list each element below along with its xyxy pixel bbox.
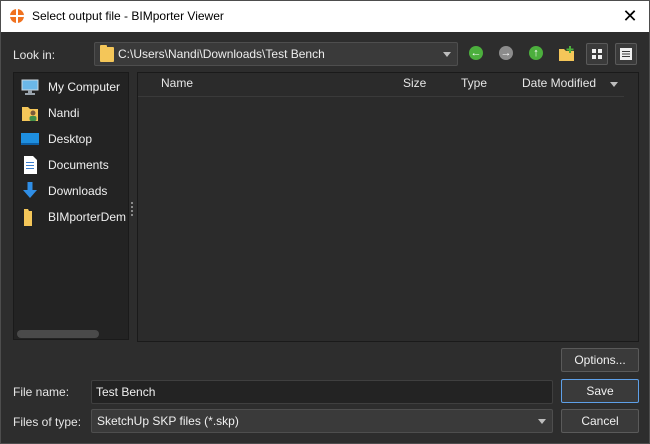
column-header-name[interactable]: Name [161, 76, 193, 90]
sidebar-item-label: Downloads [48, 184, 108, 198]
sidebar-item-downloads[interactable]: Downloads [18, 180, 130, 202]
forward-arrow-icon: → [499, 46, 513, 60]
file-type-combo[interactable]: SketchUp SKP files (*.skp) [91, 409, 553, 433]
grid-view-icon [592, 49, 602, 59]
column-header-type[interactable]: Type [461, 76, 487, 90]
chevron-down-icon [538, 419, 546, 424]
sidebar-item-my-computer[interactable]: My Computer [18, 76, 130, 98]
close-icon: ✕ [622, 6, 638, 26]
sidebar-item-label: Desktop [48, 132, 93, 146]
places-sidebar: My Computer Nandi Desktop Documents Down… [13, 72, 129, 340]
bimporter-app-icon [10, 9, 24, 23]
cancel-button[interactable]: Cancel [561, 409, 639, 433]
file-type-value: SketchUp SKP files (*.skp) [97, 414, 239, 428]
detail-view-button[interactable] [615, 43, 637, 65]
column-header-size[interactable]: Size [403, 76, 426, 90]
detail-view-icon [620, 48, 632, 60]
new-folder-button[interactable] [557, 44, 577, 64]
title-bar: Select output file - BIMporter Viewer ✕ [1, 1, 649, 32]
sidebar-item-documents[interactable]: Documents [18, 154, 130, 176]
up-arrow-icon: ↑ [529, 46, 543, 60]
computer-icon [21, 79, 39, 95]
desktop-icon [21, 133, 39, 145]
sidebar-item-desktop[interactable]: Desktop [18, 128, 130, 150]
file-list-header: Name Size Type Date Modified [138, 73, 624, 97]
options-button[interactable]: Options... [561, 348, 639, 372]
files-of-type-label: Files of type: [13, 415, 82, 429]
save-button-label: Save [586, 384, 614, 398]
sort-arrow-icon [610, 82, 618, 87]
dialog-window: Select output file - BIMporter Viewer ✕ … [0, 0, 650, 444]
folder-icon [24, 209, 32, 226]
sidebar-item-label: BIMporterDem [48, 210, 127, 224]
look-in-path: C:\Users\Nandi\Downloads\Test Bench [118, 47, 325, 61]
user-folder-icon [22, 107, 38, 121]
back-arrow-icon: ← [469, 46, 483, 60]
list-view-button[interactable] [586, 43, 608, 65]
sidebar-item-label: Documents [48, 158, 109, 172]
up-folder-button[interactable]: ↑ [527, 44, 547, 64]
file-name-label: File name: [13, 385, 70, 399]
documents-icon [24, 156, 37, 174]
back-button[interactable]: ← [467, 44, 487, 64]
sidebar-item-bimporterdem[interactable]: BIMporterDem [18, 206, 130, 228]
file-list[interactable]: Name Size Type Date Modified [137, 72, 639, 342]
chevron-down-icon [443, 52, 451, 57]
sidebar-item-nandi[interactable]: Nandi [18, 102, 130, 124]
new-folder-icon [559, 46, 574, 61]
sidebar-item-label: My Computer [48, 80, 121, 94]
forward-button[interactable]: → [497, 44, 517, 64]
look-in-combo[interactable]: C:\Users\Nandi\Downloads\Test Bench [94, 42, 458, 66]
window-title: Select output file - BIMporter Viewer [32, 9, 224, 23]
downloads-icon [23, 182, 37, 198]
options-button-label: Options... [574, 353, 626, 367]
folder-icon [100, 45, 114, 62]
sidebar-splitter-handle[interactable] [131, 202, 134, 220]
column-header-date-modified[interactable]: Date Modified [522, 76, 596, 90]
cancel-button-label: Cancel [581, 414, 619, 428]
save-button[interactable]: Save [561, 379, 639, 403]
look-in-label: Look in: [13, 48, 56, 62]
dialog-content: Look in: C:\Users\Nandi\Downloads\Test B… [1, 32, 649, 443]
file-name-input[interactable] [91, 380, 553, 404]
sidebar-horizontal-scrollbar[interactable] [17, 330, 99, 338]
close-button[interactable]: ✕ [619, 5, 641, 27]
sidebar-item-label: Nandi [48, 106, 80, 120]
